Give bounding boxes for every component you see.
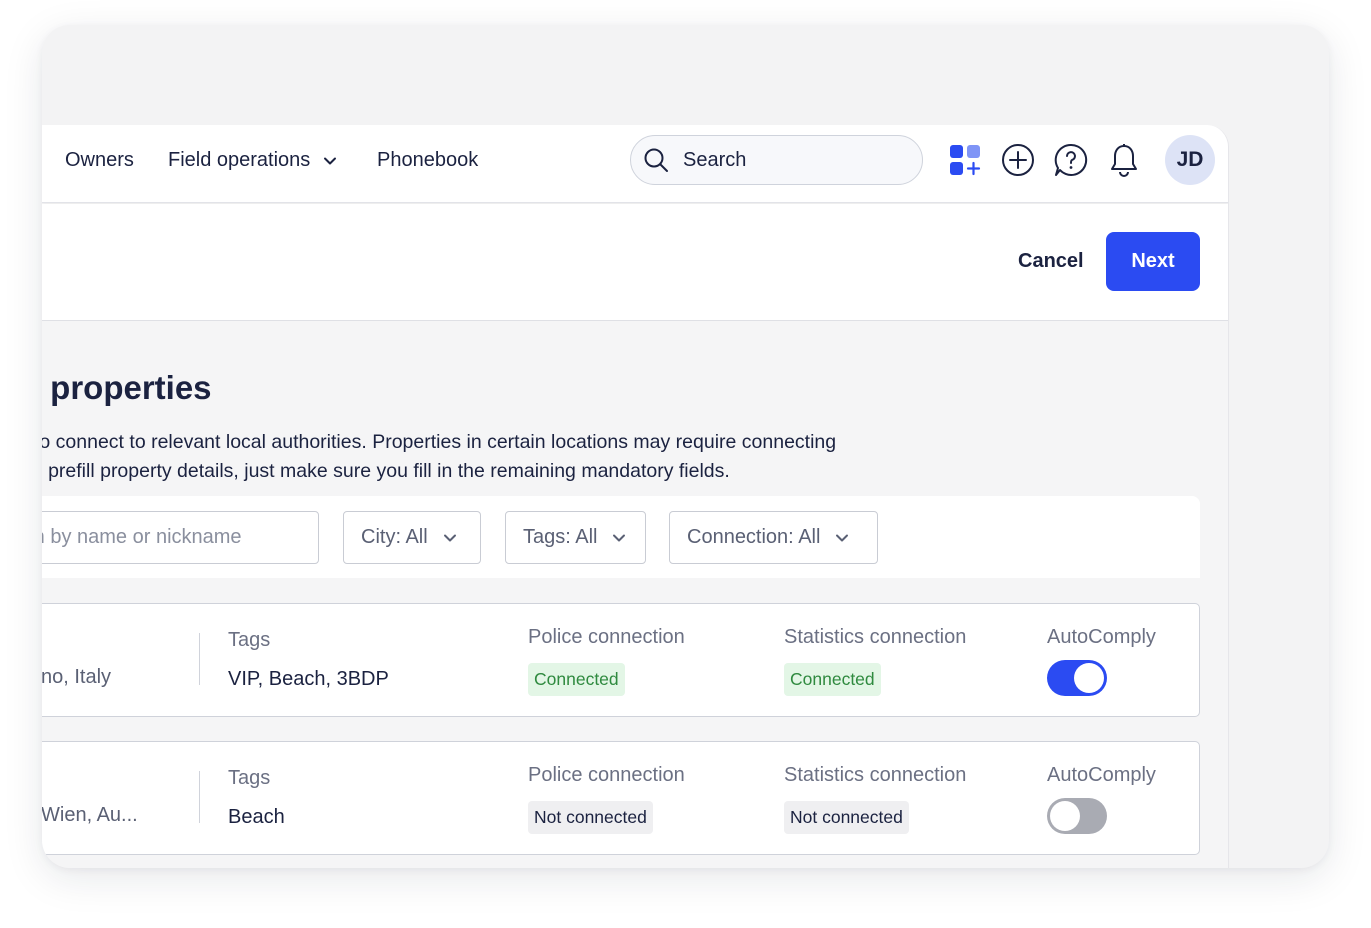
app-window: Owners Field operations Phonebook Search <box>42 125 1229 868</box>
tags-filter-dropdown[interactable]: Tags: All <box>505 511 646 564</box>
statistics-connection-status-badge: Not connected <box>784 801 909 834</box>
tags-value: Beach <box>228 806 285 828</box>
chevron-down-icon <box>324 157 337 164</box>
property-row[interactable]: Wien, Au... Tags Beach Police connection… <box>42 741 1200 855</box>
property-row[interactable]: no, Italy Tags VIP, Beach, 3BDP Police c… <box>42 603 1200 717</box>
page-description-line-2: ll prefill property details, just make s… <box>42 460 730 482</box>
property-location: Wien, Au... <box>42 804 138 826</box>
column-divider <box>199 633 200 685</box>
nav-item-owners[interactable]: Owners <box>65 149 134 172</box>
filter-panel: rch by name or nickname City: All Tags: … <box>42 496 1200 578</box>
page-title: t properties <box>42 369 212 406</box>
help-chat-icon[interactable] <box>1052 141 1090 179</box>
screenshot-frame: Owners Field operations Phonebook Search <box>42 25 1329 868</box>
autocomply-toggle[interactable] <box>1047 798 1107 834</box>
column-divider <box>199 771 200 823</box>
tags-value: VIP, Beach, 3BDP <box>228 668 389 690</box>
statistics-connection-status-badge: Connected <box>784 663 881 696</box>
nav-item-phonebook[interactable]: Phonebook <box>377 149 478 172</box>
city-filter-dropdown[interactable]: City: All <box>343 511 481 564</box>
connection-filter-dropdown[interactable]: Connection: All <box>669 511 878 564</box>
connection-filter-label: Connection: All <box>687 526 821 548</box>
autocomply-toggle[interactable] <box>1047 660 1107 696</box>
next-button[interactable]: Next <box>1106 232 1200 291</box>
city-filter-label: City: All <box>361 526 428 548</box>
nav-item-label: Owners <box>65 149 134 171</box>
tags-label: Tags <box>228 767 271 789</box>
statistics-connection-label: Statistics connection <box>784 764 967 786</box>
notifications-bell-icon[interactable] <box>1105 141 1143 179</box>
top-navigation-bar: Owners Field operations Phonebook Search <box>42 125 1228 203</box>
user-avatar[interactable]: JD <box>1165 135 1215 185</box>
toggle-knob <box>1074 663 1104 693</box>
tags-filter-label: Tags: All <box>523 526 598 548</box>
autocomply-label: AutoComply <box>1047 764 1156 786</box>
search-placeholder: Search <box>683 148 747 171</box>
add-circle-icon[interactable] <box>999 141 1037 179</box>
global-search-input[interactable]: Search <box>630 135 923 185</box>
apps-add-icon[interactable] <box>946 141 984 179</box>
autocomply-label: AutoComply <box>1047 626 1156 648</box>
statistics-connection-label: Statistics connection <box>784 626 967 648</box>
chevron-down-icon <box>613 534 626 541</box>
police-connection-label: Police connection <box>528 626 685 648</box>
nav-item-label: Phonebook <box>377 149 479 171</box>
property-name-search-input[interactable]: rch by name or nickname <box>42 511 319 564</box>
police-connection-status-badge: Not connected <box>528 801 653 834</box>
search-icon <box>644 148 668 172</box>
chevron-down-icon <box>443 534 456 541</box>
toggle-knob <box>1050 801 1080 831</box>
nav-item-field-operations[interactable]: Field operations <box>168 149 338 172</box>
cancel-button[interactable]: Cancel <box>1018 250 1084 273</box>
name-search-placeholder: rch by name or nickname <box>42 526 242 548</box>
property-location: no, Italy <box>42 666 112 688</box>
police-connection-label: Police connection <box>528 764 685 786</box>
page-description-line-1: to connect to relevant local authorities… <box>42 431 837 453</box>
nav-item-label: Field operations <box>168 149 311 171</box>
tags-label: Tags <box>228 629 271 651</box>
police-connection-status-badge: Connected <box>528 663 625 696</box>
chevron-down-icon <box>836 534 849 541</box>
wizard-action-bar: Cancel Next <box>42 204 1228 321</box>
